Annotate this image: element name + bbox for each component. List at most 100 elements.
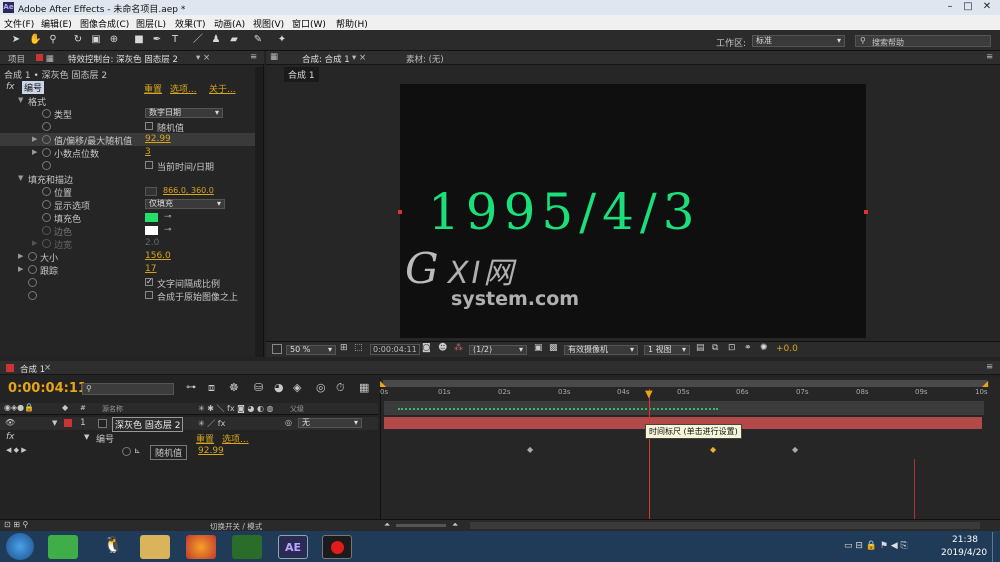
timeline-search-input[interactable]: ⚲	[82, 383, 174, 395]
layer-handle[interactable]	[398, 210, 402, 214]
tab-close-icon[interactable]: ▾ ×	[196, 53, 210, 63]
toggle-pixel-icon[interactable]: ▤	[696, 343, 705, 353]
snapshot-icon[interactable]: ◙	[422, 343, 431, 353]
clock-date[interactable]: 2019/4/20	[941, 548, 987, 558]
flowchart-icon[interactable]: ⚭	[744, 343, 752, 353]
stopwatch-icon[interactable]	[28, 291, 37, 300]
chart-icon[interactable]: ▦	[359, 381, 369, 394]
grid-icon[interactable]: ⊞	[340, 343, 348, 353]
pan-behind-tool-icon[interactable]: ⊕	[108, 34, 120, 46]
menu-edit[interactable]: 编辑(E)	[41, 17, 72, 30]
expand-triangle-icon[interactable]: ▶	[32, 135, 37, 143]
eyedropper-icon[interactable]: ⊸	[164, 212, 172, 222]
zoom-tool-icon[interactable]: ⚲	[47, 34, 59, 46]
mask-icon[interactable]: ⬚	[354, 343, 363, 353]
stopwatch-icon[interactable]	[42, 109, 51, 118]
tab-composition[interactable]: 合成: 合成 1	[302, 53, 350, 65]
layer-name[interactable]: 深灰色 固态层 2	[112, 417, 184, 432]
lock-icon[interactable]: ▦	[36, 52, 64, 64]
expand-triangle-icon[interactable]: ▶	[32, 148, 37, 156]
expand-triangle-icon[interactable]: ▼	[18, 174, 23, 182]
panel-menu-icon[interactable]: ≡	[986, 362, 993, 372]
file-explorer-icon[interactable]	[140, 535, 170, 559]
stopwatch-icon[interactable]	[42, 200, 51, 209]
layer-row[interactable]: 👁 ▼ 1 深灰色 固态层 2 ✳ ／ fx ◎ 无 ▾	[0, 417, 378, 432]
property-row[interactable]: ◀ ◆ ▶ ⊾ 随机值 92.99	[0, 445, 378, 460]
keyframe-icon[interactable]: ◆	[527, 445, 533, 454]
stopwatch-icon[interactable]	[42, 187, 51, 196]
keyframe-icon[interactable]: ◆	[792, 445, 798, 454]
menu-file[interactable]: 文件(F)	[4, 17, 34, 30]
effect-name[interactable]: 编号	[22, 81, 45, 94]
fast-preview-icon[interactable]: ⧉	[712, 343, 718, 353]
qq-icon[interactable]: 🐧	[98, 535, 128, 559]
minimize-icon[interactable]: –	[943, 1, 957, 13]
stopwatch-icon[interactable]	[42, 161, 51, 170]
motion-blur-icon[interactable]: ◕	[274, 381, 284, 394]
expand-triangle-icon[interactable]: ▶	[18, 265, 23, 273]
graph-editor-icon[interactable]: ⏱	[336, 381, 345, 395]
tab-close-icon[interactable]: ×	[44, 363, 51, 373]
hand-tool-icon[interactable]: ✋	[29, 34, 41, 46]
show-desktop-button[interactable]	[992, 532, 1000, 562]
label-color-icon[interactable]	[64, 419, 72, 427]
show-snapshot-icon[interactable]: ☻	[438, 343, 447, 353]
rectangle-tool-icon[interactable]: ■	[133, 34, 145, 46]
expand-triangle-icon[interactable]: ▶	[18, 252, 23, 260]
expand-triangle-icon[interactable]: ▼	[18, 96, 23, 104]
effect-header-row[interactable]: fx 编号 重置 选项... 关于...	[0, 81, 262, 95]
panel-menu-icon[interactable]: ≡	[986, 52, 993, 62]
recorder-icon[interactable]	[322, 535, 352, 559]
menu-window[interactable]: 窗口(W)	[292, 17, 326, 30]
text-tool-icon[interactable]: T	[169, 34, 181, 46]
tab-close-icon[interactable]: ▾ ×	[352, 53, 366, 63]
zoom-slider[interactable]	[396, 524, 446, 527]
parent-dropdown[interactable]: 无 ▾	[298, 418, 362, 428]
parent-pickwhip-icon[interactable]: ◎	[285, 418, 292, 427]
options-link[interactable]: 选项...	[222, 432, 249, 445]
tab-project[interactable]: 项目	[8, 53, 25, 65]
time-ruler[interactable]: 0s 01s 02s 03s 04s 05s 06s 07s 08s 09s 1…	[380, 388, 990, 398]
stopwatch-icon[interactable]	[42, 122, 51, 131]
stopwatch-icon[interactable]	[28, 278, 37, 287]
frame-blending-icon[interactable]: ⛁	[254, 381, 263, 394]
puppet-tool-icon[interactable]: ✦	[276, 34, 288, 46]
playhead-icon[interactable]: ▼	[645, 389, 653, 400]
close-icon[interactable]: ✕	[980, 1, 994, 13]
roto-brush-tool-icon[interactable]: ✎	[252, 34, 264, 46]
maximize-icon[interactable]: □	[961, 1, 975, 13]
tracking-field[interactable]: 17	[145, 264, 156, 274]
work-area-bar[interactable]	[383, 380, 987, 387]
parent-header[interactable]: 父级	[290, 404, 304, 414]
format-group[interactable]: ▼ 格式	[0, 94, 262, 108]
stopwatch-icon[interactable]	[42, 213, 51, 222]
stopwatch-icon[interactable]	[42, 135, 51, 144]
auto-keyframe-icon[interactable]: ◎	[316, 381, 326, 394]
expand-triangle-icon[interactable]: ▼	[84, 433, 89, 441]
tab-timeline-comp[interactable]: 合成 1	[20, 363, 45, 375]
current-time-indicator[interactable]	[649, 389, 650, 519]
camera-dropdown[interactable]: 有效摄像机 ▾	[564, 345, 638, 355]
expand-triangle-icon[interactable]: ▶	[32, 239, 37, 247]
menu-help[interactable]: 帮助(H)	[336, 17, 368, 30]
menu-composition[interactable]: 图像合成(C)	[80, 17, 129, 30]
tray-icons[interactable]: ▭ ⊟ 🔒 ⚑ ◀ ⎘	[844, 541, 908, 551]
after-effects-taskbar-icon[interactable]: AE	[278, 535, 308, 559]
workspace-dropdown[interactable]: 标准 ▾	[752, 35, 845, 47]
composite-checkbox[interactable]	[145, 291, 153, 299]
eraser-tool-icon[interactable]: ▰	[228, 34, 240, 46]
footer-toggle-icons[interactable]: ⊡ ⊞ ⚲	[4, 520, 28, 529]
crosshair-icon[interactable]	[145, 187, 157, 196]
help-search-input[interactable]: ⚲ 搜索帮助	[855, 35, 991, 47]
menu-animation[interactable]: 动画(A)	[214, 17, 245, 30]
panel-menu-icon[interactable]: ≡	[250, 52, 257, 62]
media-player-icon[interactable]	[232, 535, 262, 559]
exposure-icon[interactable]: ✺	[760, 343, 768, 353]
expand-triangle-icon[interactable]: ▼	[52, 419, 57, 427]
clone-tool-icon[interactable]: ♟	[210, 34, 222, 46]
stroke-color-swatch[interactable]	[145, 226, 158, 235]
zoom-dropdown[interactable]: 50 % ▾	[286, 345, 336, 355]
menu-layer[interactable]: 图层(L)	[136, 17, 166, 30]
rotate-tool-icon[interactable]: ↻	[72, 34, 84, 46]
property-value[interactable]: 92.99	[198, 446, 224, 456]
